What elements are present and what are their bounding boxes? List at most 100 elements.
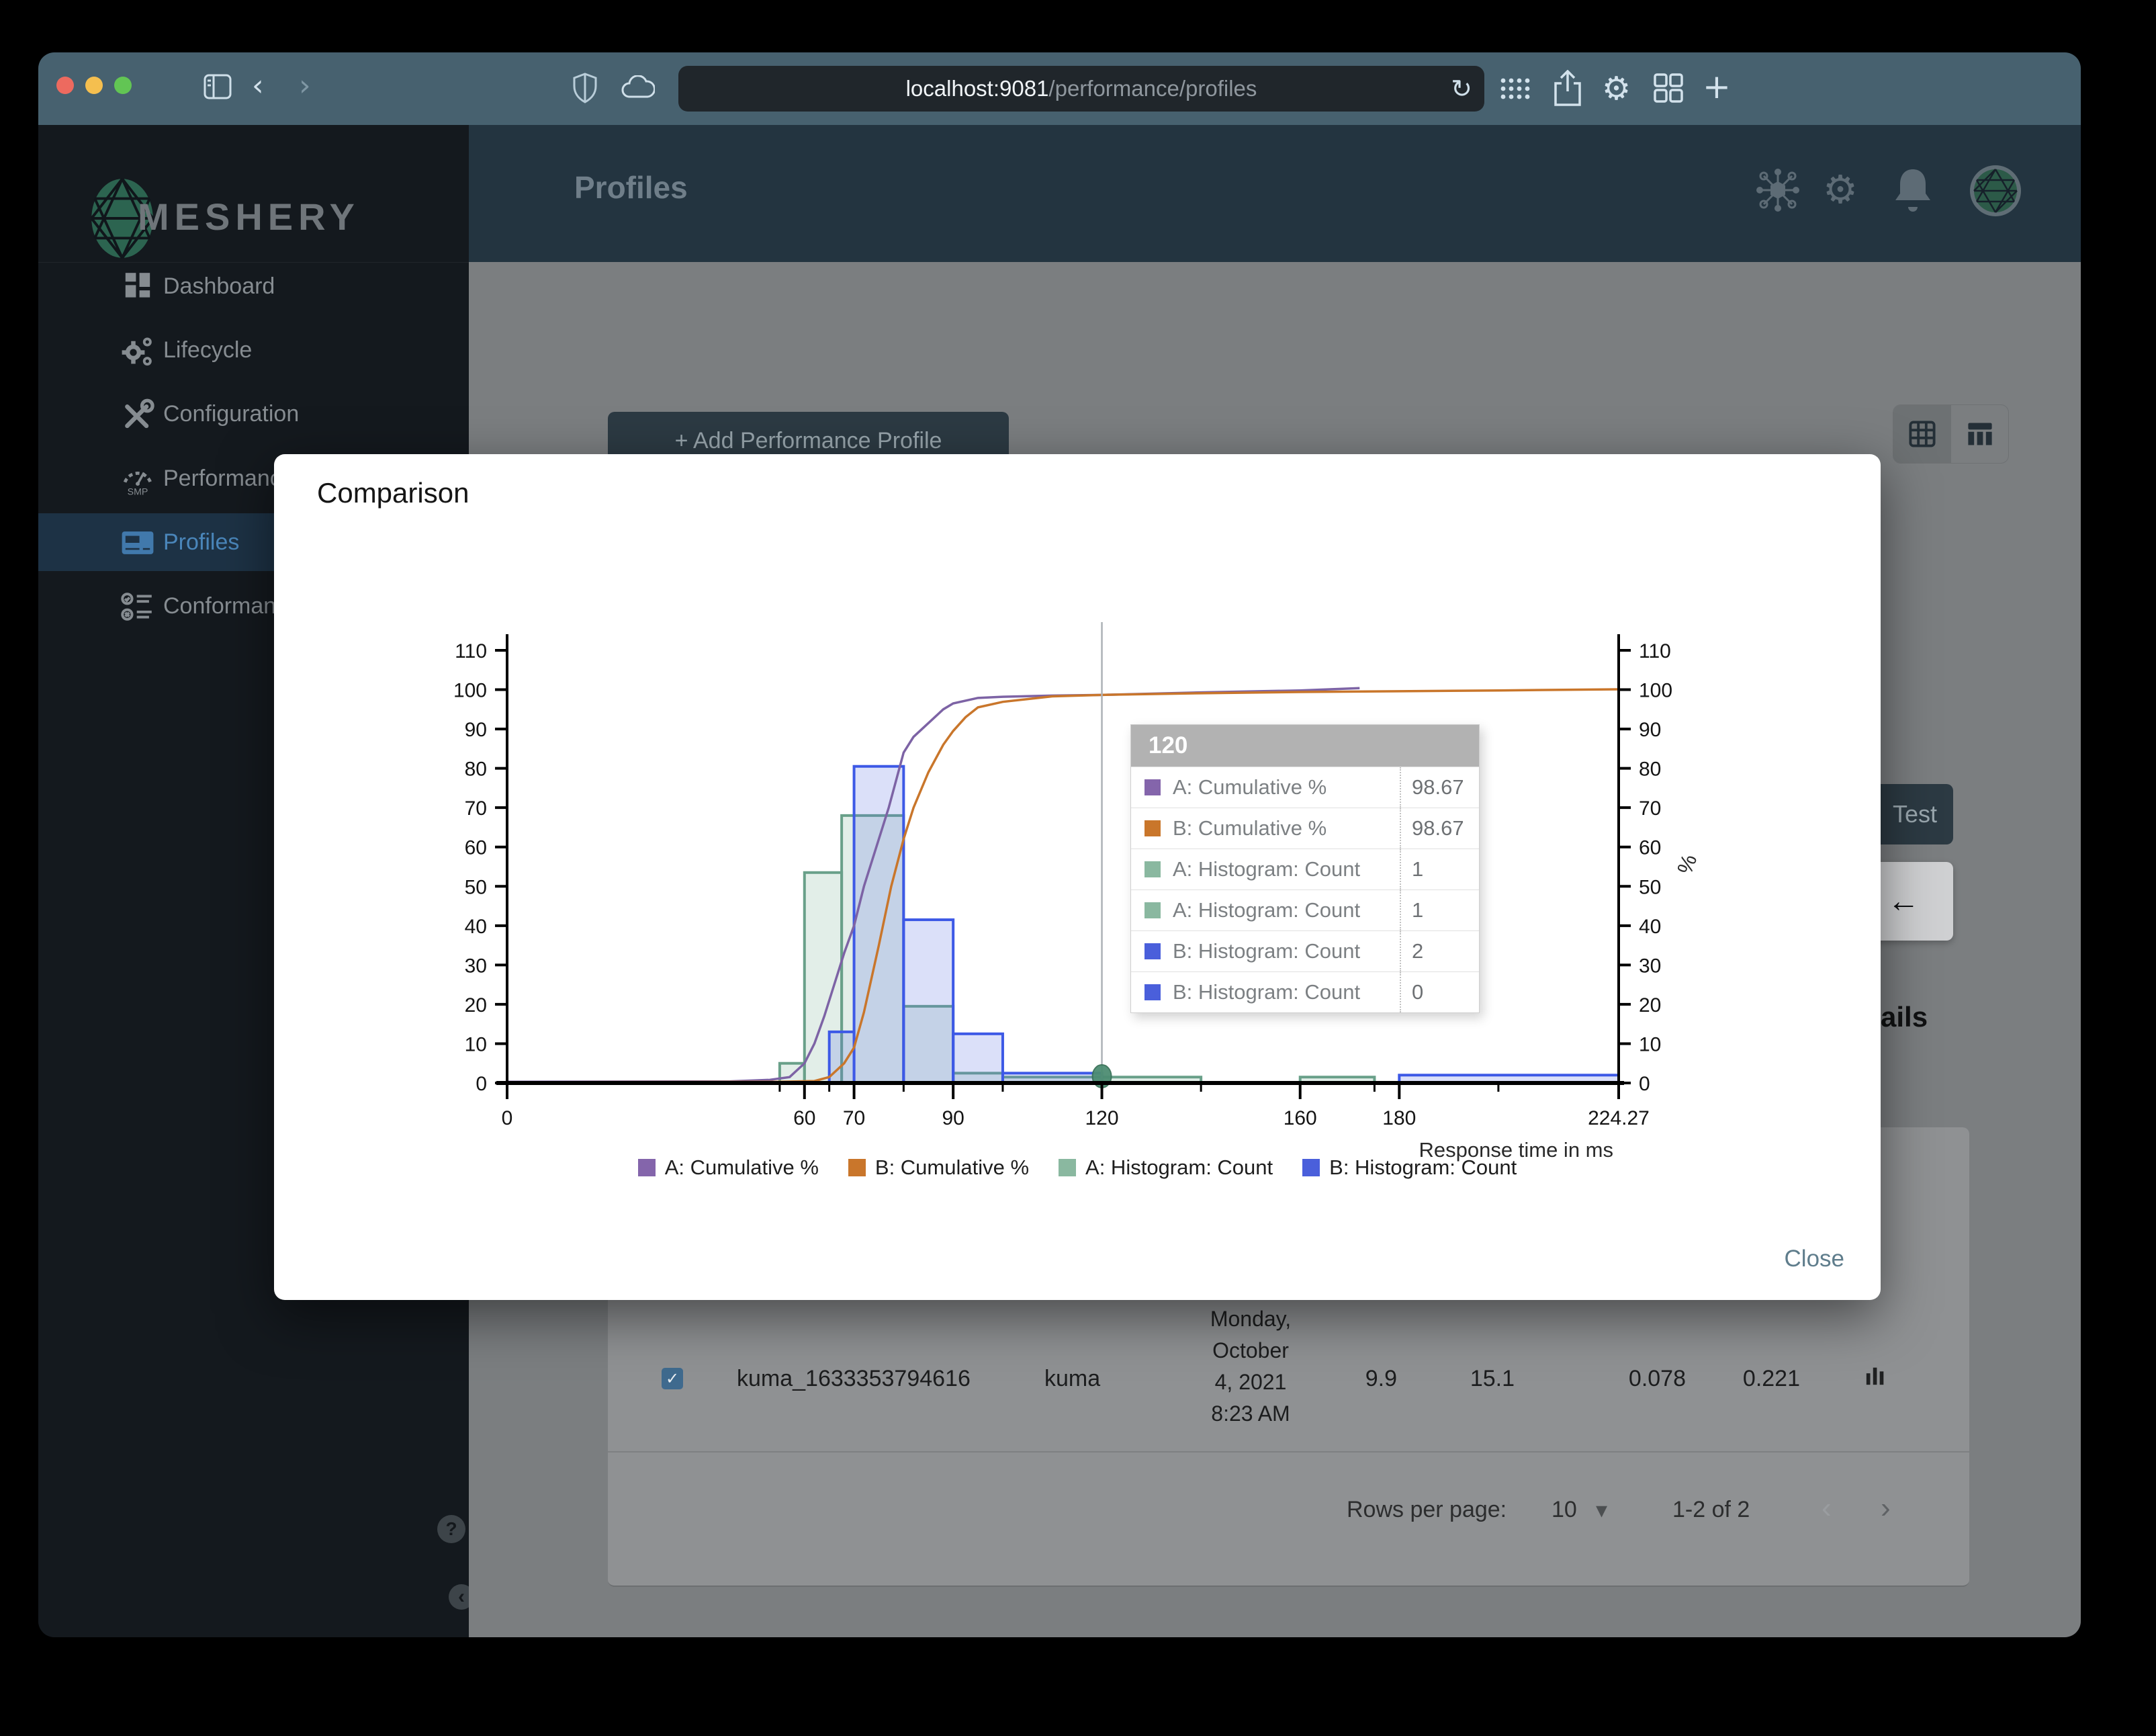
tooltip-row: A: Histogram: Count 1 [1131, 889, 1479, 930]
privacy-shield-icon[interactable] [573, 73, 597, 103]
axis-tick-label: 110 [455, 640, 487, 662]
reload-icon[interactable]: ↻ [1451, 74, 1472, 103]
row-checkbox[interactable]: ✓ [662, 1368, 683, 1389]
performance-smp-icon: SMP [123, 472, 152, 496]
tooltip-row: B: Histogram: Count 2 [1131, 930, 1479, 971]
app-settings-gear-icon[interactable]: ⚙ [1823, 167, 1858, 212]
sidebar-item-lifecycle[interactable]: Lifecycle [38, 321, 469, 379]
cloud-icon[interactable] [621, 75, 655, 99]
back-button[interactable]: ‹ [252, 69, 264, 103]
legend-color-swatch [848, 1159, 866, 1176]
tooltip-title: 120 [1131, 725, 1479, 767]
rows-per-page-select[interactable]: 10 [1552, 1497, 1577, 1523]
tooltip-series-value: 0 [1400, 972, 1479, 1012]
axis-tick-label: 90 [465, 719, 487, 741]
duration-cell: 15.1 [1470, 1366, 1515, 1391]
chart-tooltip: 120 A: Cumulative % 98.67 B: Cumulative % 98… [1130, 724, 1480, 1013]
help-button[interactable]: ? [437, 1515, 465, 1543]
axis-tick-label: 0 [1639, 1073, 1650, 1095]
sidebar-item-label: Profiles [163, 529, 240, 555]
axis-tick-label: 20 [465, 994, 487, 1016]
new-tab-icon[interactable]: + [1703, 67, 1731, 106]
tooltip-row: A: Cumulative % 98.67 [1131, 767, 1479, 808]
chart-legend: A: Cumulative % B: Cumulative % A: Histogr… [274, 1156, 1881, 1180]
tooltip-series-label: A: Histogram: Count [1173, 898, 1361, 922]
sidebar-item-configuration[interactable]: Configuration [38, 385, 469, 443]
axis-tick-label: 120 [1085, 1107, 1119, 1129]
comparison-modal: Comparison 0 0 10 10 20 20 30 30 40 40 50 50 60 60 70 7… [274, 454, 1881, 1300]
histogram-bar [852, 765, 905, 1084]
tooltip-series-label: B: Histogram: Count [1173, 980, 1361, 1004]
axis-tick-label: 180 [1382, 1107, 1416, 1129]
previous-page-button[interactable]: ‹ [1822, 1491, 1832, 1525]
mesh-cell: kuma [1044, 1366, 1101, 1391]
conformance-checklist-icon [121, 593, 152, 621]
axis-tick-label: 90 [1639, 719, 1661, 741]
axis-tick-label: 70 [465, 797, 487, 820]
legend-item[interactable]: A: Cumulative % [637, 1156, 819, 1180]
url-bar[interactable]: localhost:9081/performance/profiles ↻ [678, 66, 1484, 112]
sidebar-toggle-icon[interactable] [203, 73, 232, 100]
series-color-swatch [1144, 902, 1161, 918]
grid-view-button[interactable] [1893, 405, 1950, 463]
legend-label: A: Histogram: Count [1085, 1156, 1273, 1179]
legend-color-swatch [1059, 1159, 1077, 1176]
tooltip-series-value: 1 [1400, 890, 1479, 930]
tooltip-series-label: B: Cumulative % [1173, 816, 1327, 840]
tab-overview-icon[interactable] [1653, 73, 1684, 103]
axis-tick-label: 50 [465, 876, 487, 898]
zoom-window-button[interactable] [114, 77, 132, 94]
browser-window: ‹ › localhost:9081/performance/profiles … [38, 52, 2081, 1637]
date-line: Monday, [1210, 1307, 1292, 1331]
url-host: localhost:9081 [905, 76, 1049, 101]
tooltip-series-value: 98.67 [1400, 767, 1479, 808]
axis-tick-label: 160 [1284, 1107, 1317, 1129]
axis-tick-label: 110 [1639, 640, 1671, 662]
sidebar-item-label: Dashboard [163, 273, 275, 299]
date-line: 8:23 AM [1211, 1401, 1290, 1426]
profile-name-cell: kuma_1633353794616 [737, 1366, 971, 1391]
axis-tick-label: 60 [465, 837, 487, 859]
legend-label: A: Cumulative % [664, 1156, 819, 1179]
service-mesh-hub-icon[interactable] [1754, 167, 1801, 214]
axis-tick-label: 40 [1639, 916, 1661, 938]
forward-button[interactable]: › [299, 69, 311, 103]
legend-label: B: Cumulative % [874, 1156, 1030, 1179]
series-color-swatch [1144, 984, 1161, 1000]
axis-tick-label: 60 [793, 1107, 815, 1129]
row-chart-icon[interactable] [1865, 1364, 1887, 1387]
minimize-window-button[interactable] [85, 77, 103, 94]
settings-gear-icon[interactable]: ⚙ [1602, 70, 1631, 107]
series-color-swatch [1144, 820, 1161, 836]
tooltip-series-label: A: Histogram: Count [1173, 857, 1361, 881]
legend-item[interactable]: A: Histogram: Count [1059, 1156, 1273, 1180]
dropdown-arrow-icon[interactable]: ▾ [1596, 1497, 1607, 1524]
sidebar-item-label: Configuration [163, 401, 300, 427]
legend-item[interactable]: B: Cumulative % [848, 1156, 1029, 1180]
axis-tick-label: 50 [1639, 876, 1661, 898]
close-button[interactable]: Close [1785, 1246, 1844, 1272]
axis-tick-label: 224.27 [1588, 1107, 1650, 1129]
tooltip-series-label: A: Cumulative % [1173, 775, 1327, 799]
qps-cell: 9.9 [1365, 1366, 1397, 1391]
user-avatar[interactable] [1969, 164, 2022, 218]
dashboard-icon [125, 273, 150, 298]
axis-tick-label: 70 [843, 1107, 865, 1129]
date-line: 4, 2021 [1214, 1370, 1287, 1394]
extensions-grid-icon[interactable] [1500, 77, 1531, 101]
share-icon[interactable] [1552, 70, 1583, 107]
notifications-bell-icon[interactable] [1891, 165, 1934, 214]
axis-tick-label: 0 [502, 1107, 513, 1129]
legend-item[interactable]: B: Histogram: Count [1302, 1156, 1517, 1180]
axis-tick-label: 10 [1639, 1033, 1661, 1055]
table-view-button[interactable] [1950, 405, 2008, 463]
axis-tick-label: 100 [1639, 680, 1672, 702]
series-color-swatch [1144, 943, 1161, 959]
axis-tick-label: 60 [1639, 837, 1661, 859]
next-page-button[interactable]: › [1881, 1491, 1891, 1525]
tooltip-row: B: Histogram: Count 0 [1131, 971, 1479, 1012]
close-window-button[interactable] [56, 77, 74, 94]
svg-text:SMP: SMP [128, 487, 148, 496]
histogram-bar [952, 1032, 1004, 1084]
sidebar-item-dashboard[interactable]: Dashboard [38, 257, 469, 315]
